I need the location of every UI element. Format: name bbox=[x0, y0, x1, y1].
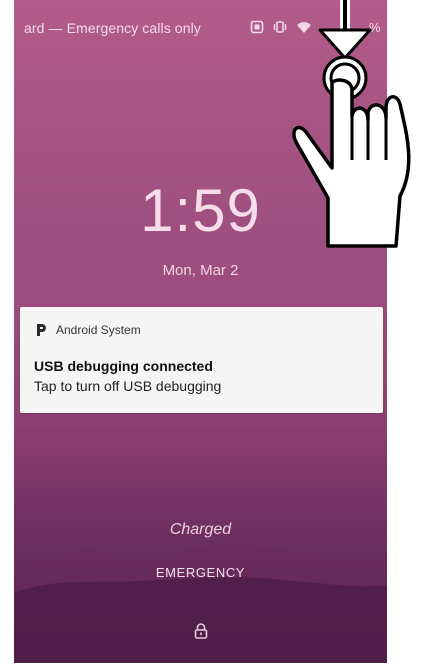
p-icon bbox=[34, 323, 48, 337]
notification-title: USB debugging connected bbox=[34, 358, 213, 374]
notification-header: Android System bbox=[34, 323, 141, 337]
hand-pointer-icon bbox=[292, 0, 411, 248]
page: ard — Emergency calls only % 1:59 Mon, M… bbox=[0, 0, 422, 667]
emergency-button[interactable]: EMERGENCY bbox=[14, 565, 387, 580]
arrow-down-icon bbox=[318, 0, 372, 60]
charging-status: Charged bbox=[169, 521, 232, 538]
notification-text: Tap to turn off USB debugging bbox=[34, 378, 222, 394]
lock-icon[interactable] bbox=[14, 622, 387, 645]
carrier-text: ard — Emergency calls only bbox=[24, 20, 201, 36]
vibrate-icon bbox=[272, 20, 288, 37]
usb-debugging-notification[interactable]: Android System USB debugging connected T… bbox=[20, 307, 383, 413]
notification-app-name: Android System bbox=[56, 323, 141, 337]
lockscreen-date: Mon, Mar 2 bbox=[162, 262, 239, 279]
screenshot-icon bbox=[250, 20, 264, 37]
